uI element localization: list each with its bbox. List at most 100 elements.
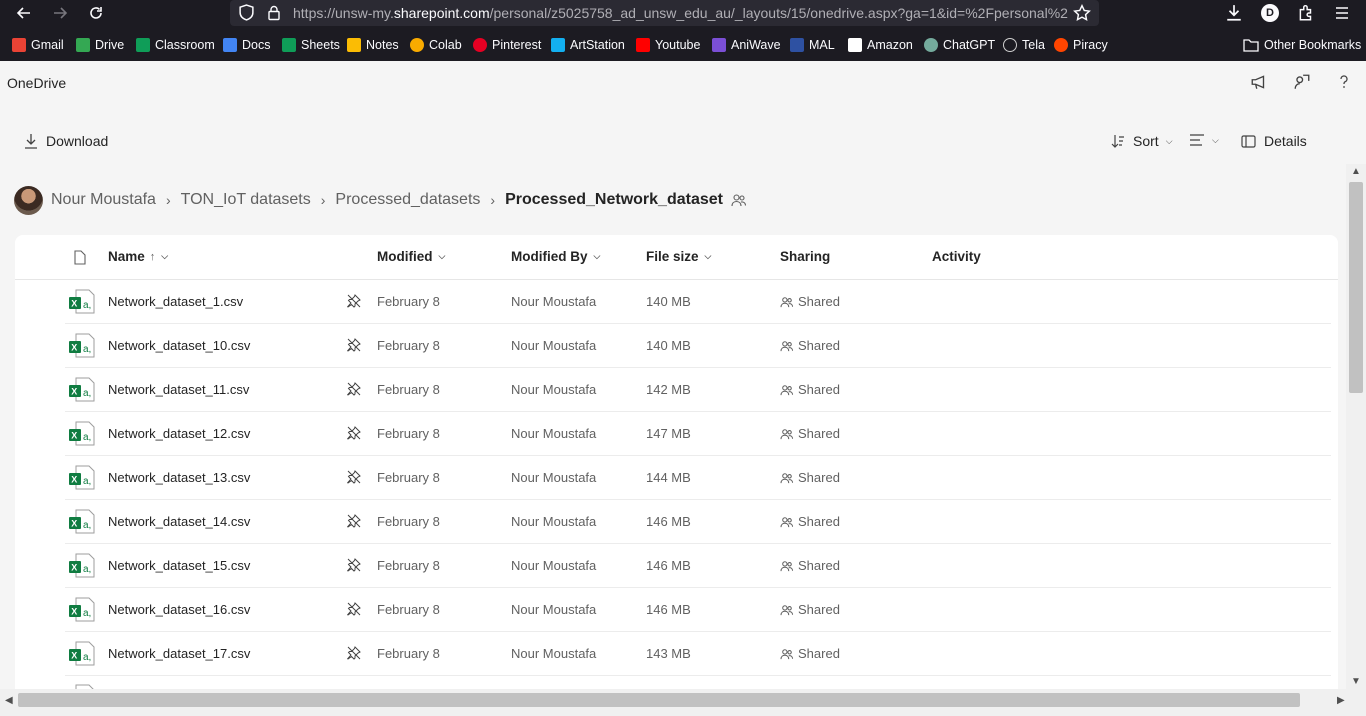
bookmark-notes[interactable]: Notes: [347, 38, 399, 52]
sharing-label: Shared: [798, 558, 840, 573]
breadcrumb-item[interactable]: TON_IoT datasets: [181, 191, 311, 209]
sharing-status[interactable]: Shared: [780, 470, 840, 485]
sort-button[interactable]: Sort ⌵: [1110, 133, 1173, 149]
url-text: https://unsw-my.sharepoint.com/personal/…: [293, 5, 1068, 21]
reload-button[interactable]: [86, 3, 106, 23]
address-bar[interactable]: https://unsw-my.sharepoint.com/personal/…: [230, 0, 1099, 26]
column-header-modified[interactable]: Modified ⌵: [377, 249, 445, 264]
pin-off-icon[interactable]: [347, 470, 361, 484]
svg-text:a,: a,: [83, 344, 91, 355]
megaphone-icon[interactable]: [1250, 73, 1268, 91]
back-button[interactable]: [14, 3, 34, 23]
bookmark-colab[interactable]: Colab: [410, 38, 462, 52]
vertical-scrollbar[interactable]: ▲ ▼: [1346, 164, 1366, 691]
file-name[interactable]: Network_dataset_10.csv: [108, 338, 250, 353]
table-row[interactable]: Xa, Network_dataset_12.csv February 8 Nour …: [65, 412, 1331, 456]
download-icon[interactable]: [1225, 4, 1243, 22]
bookmark-docs[interactable]: Docs: [223, 38, 270, 52]
scroll-right-icon[interactable]: ▶: [1337, 695, 1345, 706]
other-bookmarks[interactable]: Other Bookmarks: [1243, 38, 1361, 52]
download-button[interactable]: Download: [24, 133, 108, 149]
bookmark-artstation[interactable]: ArtStation: [551, 38, 625, 52]
scroll-down-icon[interactable]: ▼: [1351, 676, 1361, 687]
aniwave-icon: [712, 38, 726, 52]
column-header-name[interactable]: Name ↑ ⌵: [108, 249, 168, 264]
sharing-status[interactable]: Shared: [780, 426, 840, 441]
bookmark-chatgpt[interactable]: ChatGPT: [924, 38, 995, 52]
pin-off-icon[interactable]: [347, 338, 361, 352]
sharing-status[interactable]: Shared: [780, 382, 840, 397]
table-row[interactable]: Xa, Network_dataset_14.csv February 8 Nour …: [65, 500, 1331, 544]
table-row[interactable]: Xa, Network_dataset_15.csv February 8 Nour …: [65, 544, 1331, 588]
column-label: Activity: [932, 249, 981, 264]
file-name[interactable]: Network_dataset_12.csv: [108, 426, 250, 441]
sharing-status[interactable]: Shared: [780, 514, 840, 529]
menu-icon[interactable]: [1334, 5, 1350, 21]
column-header-modified-by[interactable]: Modified By ⌵: [511, 249, 600, 264]
star-icon[interactable]: [1073, 4, 1091, 22]
file-name[interactable]: Network_dataset_13.csv: [108, 470, 250, 485]
horizontal-scrollbar[interactable]: ◀ ▶: [0, 689, 1366, 716]
table-row[interactable]: Xa, Network_dataset_11.csv February 8 Nour …: [65, 368, 1331, 412]
file-name[interactable]: Network_dataset_1.csv: [108, 294, 243, 309]
bookmark-aniwave[interactable]: AniWave: [712, 38, 781, 52]
bookmark-youtube[interactable]: Youtube: [636, 38, 700, 52]
bookmark-mal[interactable]: MAL: [790, 38, 835, 52]
file-name[interactable]: Network_dataset_15.csv: [108, 558, 250, 573]
shield-icon: [239, 4, 254, 21]
bookmark-drive[interactable]: Drive: [76, 38, 124, 52]
sharing-status[interactable]: Shared: [780, 294, 840, 309]
bookmark-label: Gmail: [31, 38, 64, 52]
pin-off-icon[interactable]: [347, 514, 361, 528]
pin-off-icon[interactable]: [347, 602, 361, 616]
bookmark-gmail[interactable]: Gmail: [12, 38, 64, 52]
breadcrumb-item[interactable]: Nour Moustafa: [51, 191, 156, 209]
profile-avatar[interactable]: D: [1261, 4, 1279, 22]
extensions-icon[interactable]: [1297, 4, 1315, 22]
sharing-status[interactable]: Shared: [780, 646, 840, 661]
scroll-left-icon[interactable]: ◀: [5, 695, 13, 706]
modified-date: February 8: [377, 514, 440, 529]
bookmark-sheets[interactable]: Sheets: [282, 38, 340, 52]
file-name[interactable]: Network_dataset_16.csv: [108, 602, 250, 617]
forward-button[interactable]: [50, 3, 70, 23]
table-row[interactable]: Xa, Network_dataset_13.csv February 8 Nour …: [65, 456, 1331, 500]
table-row[interactable]: Xa, Network_dataset_16.csv February 8 Nour …: [65, 588, 1331, 632]
file-name[interactable]: Network_dataset_14.csv: [108, 514, 250, 529]
details-button[interactable]: Details: [1241, 133, 1307, 149]
bookmark-classroom[interactable]: Classroom: [136, 38, 215, 52]
arrow-right-icon: [54, 7, 68, 19]
scroll-thumb[interactable]: [1349, 182, 1363, 393]
file-type-icon[interactable]: [74, 250, 86, 265]
view-options-button[interactable]: ⌵: [1189, 133, 1219, 147]
share-people-icon[interactable]: [1293, 73, 1311, 91]
scroll-up-icon[interactable]: ▲: [1351, 166, 1361, 177]
sharing-status[interactable]: Shared: [780, 338, 840, 353]
help-icon[interactable]: [1336, 73, 1352, 91]
table-row[interactable]: Xa, Network_dataset_10.csv February 8 Nour …: [65, 324, 1331, 368]
column-header-activity[interactable]: Activity: [932, 249, 981, 264]
pin-off-icon[interactable]: [347, 426, 361, 440]
bookmark-piracy[interactable]: Piracy: [1054, 38, 1108, 52]
pin-off-icon[interactable]: [347, 382, 361, 396]
table-row[interactable]: Xa, Network_dataset_17.csv February 8 Nour …: [65, 632, 1331, 676]
column-label: Name: [108, 249, 145, 264]
column-header-file-size[interactable]: File size ⌵: [646, 249, 711, 264]
file-name[interactable]: Network_dataset_17.csv: [108, 646, 250, 661]
bookmark-amazon[interactable]: Amazon: [848, 38, 913, 52]
sharing-status[interactable]: Shared: [780, 602, 840, 617]
pin-off-icon[interactable]: [347, 646, 361, 660]
pin-off-icon[interactable]: [347, 294, 361, 308]
app-title[interactable]: OneDrive: [7, 75, 66, 91]
bookmark-pinterest[interactable]: Pinterest: [473, 38, 541, 52]
pin-off-icon[interactable]: [347, 558, 361, 572]
modified-by: Nour Moustafa: [511, 602, 597, 617]
scroll-thumb[interactable]: [18, 693, 1300, 707]
sharing-status[interactable]: Shared: [780, 558, 840, 573]
column-header-sharing[interactable]: Sharing: [780, 249, 830, 264]
bookmark-tela[interactable]: Tela: [1003, 38, 1045, 52]
table-row[interactable]: Xa, Network_dataset_1.csv February 8 Nour M…: [65, 280, 1331, 324]
breadcrumb-item[interactable]: Processed_datasets: [335, 191, 480, 209]
file-name[interactable]: Network_dataset_11.csv: [108, 382, 249, 397]
svg-text:X: X: [71, 299, 77, 309]
